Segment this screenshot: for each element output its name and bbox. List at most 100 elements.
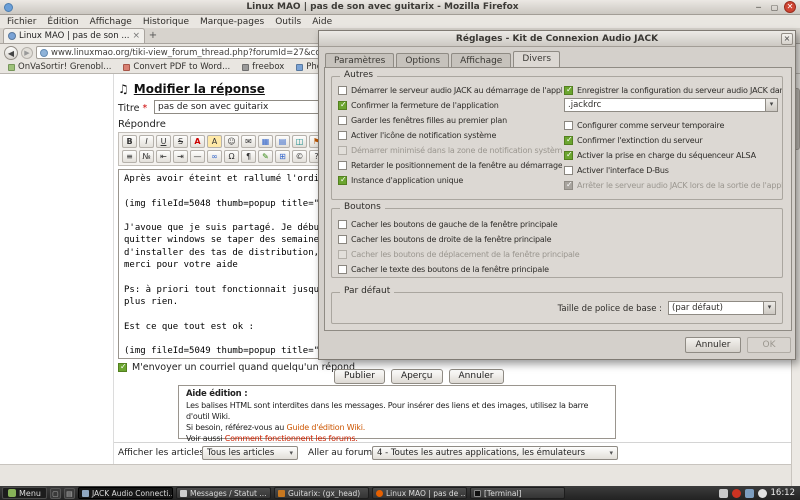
bold-icon[interactable]: B: [122, 135, 137, 148]
wiki-guide-link[interactable]: Guide d'édition Wiki.: [287, 423, 366, 432]
checkbox-dbus-interface[interactable]: Activer l'interface D-Bus: [564, 165, 782, 176]
close-button[interactable]: ✕: [784, 1, 796, 13]
checkbox-alsa-sequencer[interactable]: Activer la prise en charge du séquenceur…: [564, 150, 782, 161]
link-icon[interactable]: ∞: [207, 150, 222, 163]
checkbox-single-instance[interactable]: Instance d'application unique: [338, 175, 562, 186]
tab-close-icon[interactable]: ×: [132, 31, 140, 41]
checkbox-box[interactable]: [564, 151, 573, 160]
menu-edition[interactable]: Édition: [47, 17, 78, 27]
special-char-icon[interactable]: Ω: [224, 150, 239, 163]
mail-icon[interactable]: ✉: [241, 135, 256, 148]
checkbox-box[interactable]: [338, 235, 347, 244]
checkbox-box[interactable]: [338, 116, 347, 125]
checkbox-box[interactable]: [338, 220, 347, 229]
update-notifier-icon[interactable]: [732, 489, 741, 498]
task-guitarix[interactable]: Guitarix: (gx_head): [274, 487, 369, 499]
checkbox-box[interactable]: [338, 161, 347, 170]
tab-parametres[interactable]: Paramètres: [325, 53, 394, 68]
task-firefox[interactable]: Linux MAO | pas de ...: [372, 487, 467, 499]
show-articles-select[interactable]: Tous les articles: [202, 446, 298, 460]
volume-icon[interactable]: [758, 489, 767, 498]
checkbox-hide-button-text[interactable]: Cacher le texte des boutons de la fenêtr…: [338, 264, 778, 275]
outdent-icon[interactable]: ⇤: [156, 150, 171, 163]
checkbox-systray-icon[interactable]: Activer l'icône de notification système: [338, 130, 562, 141]
file-manager-icon[interactable]: ▤: [64, 488, 75, 499]
checkbox-box[interactable]: [338, 131, 347, 140]
checkbox-temporary-server[interactable]: Configurer comme serveur temporaire: [564, 120, 782, 131]
table-row-icon[interactable]: ▤: [275, 135, 290, 148]
italic-icon[interactable]: I: [139, 135, 154, 148]
bookmark-convert-pdf[interactable]: Convert PDF to Word...: [123, 62, 230, 72]
highlight-icon[interactable]: A: [207, 135, 222, 148]
checkbox-box[interactable]: [338, 101, 347, 110]
checkbox-hide-right-buttons[interactable]: Cacher les boutons de droite de la fenêt…: [338, 234, 778, 245]
publish-button[interactable]: Publier: [334, 369, 385, 384]
paragraph-icon[interactable]: ¶: [241, 150, 256, 163]
checkbox-start-jack-on-startup[interactable]: Démarrer le serveur audio JACK au démarr…: [338, 85, 562, 96]
maximize-button[interactable]: ▢: [768, 2, 781, 13]
menu-historique[interactable]: Historique: [143, 17, 189, 27]
checkbox-box[interactable]: [564, 86, 573, 95]
messages-tray-icon[interactable]: [719, 489, 728, 498]
task-jack-audio[interactable]: JACK Audio Connecti...: [78, 487, 173, 499]
numbered-list-icon[interactable]: №: [139, 150, 154, 163]
show-desktop-icon[interactable]: ▢: [50, 488, 61, 499]
table-icon[interactable]: ▦: [258, 135, 273, 148]
checkbox-keep-child-windows[interactable]: Garder les fenêtres filles au premier pl…: [338, 115, 562, 126]
chevron-down-icon[interactable]: ▾: [765, 99, 777, 111]
menu-aide[interactable]: Aide: [312, 17, 332, 27]
forward-button[interactable]: ▶: [21, 47, 33, 59]
tab-divers[interactable]: Divers: [513, 51, 560, 68]
menu-outils[interactable]: Outils: [275, 17, 301, 27]
back-button[interactable]: ◀: [4, 46, 18, 60]
strikethrough-icon[interactable]: S: [173, 135, 188, 148]
checkbox-hide-left-buttons[interactable]: Cacher les boutons de gauche de la fenêt…: [338, 219, 778, 230]
task-terminal[interactable]: [Terminal]: [470, 487, 565, 499]
menu-marque-pages[interactable]: Marque-pages: [200, 17, 264, 27]
task-messages-statut[interactable]: Messages / Statut ...: [176, 487, 271, 499]
checkbox-box[interactable]: [564, 166, 573, 175]
new-tab-button[interactable]: +: [145, 28, 161, 43]
minimize-button[interactable]: ─: [752, 2, 765, 13]
hr-icon[interactable]: —: [190, 150, 205, 163]
copyright-icon[interactable]: ©: [292, 150, 307, 163]
smiley-icon[interactable]: ☺: [224, 135, 239, 148]
checkbox-box[interactable]: [338, 86, 347, 95]
edit-icon[interactable]: ✎: [258, 150, 273, 163]
dialog-titlebar[interactable]: Réglages - Kit de Connexion Audio JACK ×: [319, 31, 795, 47]
bookmark-freebox[interactable]: freebox: [242, 62, 284, 72]
insert-table-icon[interactable]: ⊞: [275, 150, 290, 163]
preview-button[interactable]: Aperçu: [391, 369, 443, 384]
bookmark-onvasortir[interactable]: OnVaSortir! Grenobl...: [8, 62, 111, 72]
checkbox-delay-window-positioning[interactable]: Retarder le positionnement de la fenêtre…: [338, 160, 562, 171]
checkbox-box[interactable]: [564, 121, 573, 130]
chevron-down-icon[interactable]: ▾: [763, 302, 775, 314]
image-icon[interactable]: ◫: [292, 135, 307, 148]
font-size-combobox[interactable]: (par défaut) ▾: [668, 301, 776, 315]
checkbox-save-config[interactable]: Enregistrer la configuration du serveur …: [564, 85, 782, 96]
menu-fichier[interactable]: Fichier: [7, 17, 36, 27]
jackdrc-combobox[interactable]: .jackdrc ▾: [564, 98, 778, 112]
tab-affichage[interactable]: Affichage: [451, 53, 511, 68]
font-color-icon[interactable]: A: [190, 135, 205, 148]
goto-forum-select[interactable]: 4 - Toutes les autres applications, les …: [372, 446, 618, 460]
clock[interactable]: 16:12: [771, 488, 796, 498]
network-icon[interactable]: [745, 489, 754, 498]
tab-options[interactable]: Options: [396, 53, 449, 68]
dialog-cancel-button[interactable]: Annuler: [685, 337, 741, 353]
checkbox-confirm-close[interactable]: Confirmer la fermeture de l'application: [338, 100, 562, 111]
checkbox-box[interactable]: [564, 136, 573, 145]
indent-icon[interactable]: ⇥: [173, 150, 188, 163]
firefox-titlebar[interactable]: Linux MAO | pas de son avec guitarix - M…: [0, 0, 800, 15]
bullet-list-icon[interactable]: ≡: [122, 150, 137, 163]
menu-affichage[interactable]: Affichage: [90, 17, 132, 27]
cancel-button[interactable]: Annuler: [449, 369, 504, 384]
checkbox-box[interactable]: [338, 176, 347, 185]
checkbox-box[interactable]: [338, 265, 347, 274]
underline-icon[interactable]: U: [156, 135, 171, 148]
notify-checkbox-row[interactable]: M'envoyer un courriel quand quelqu'un ré…: [118, 362, 355, 373]
tab-linuxmao[interactable]: Linux MAO | pas de son ... ×: [3, 28, 145, 43]
checkbox-confirm-shutdown[interactable]: Confirmer l'extinction du serveur: [564, 135, 782, 146]
dialog-close-button[interactable]: ×: [781, 33, 793, 45]
notify-checkbox[interactable]: [118, 363, 127, 372]
